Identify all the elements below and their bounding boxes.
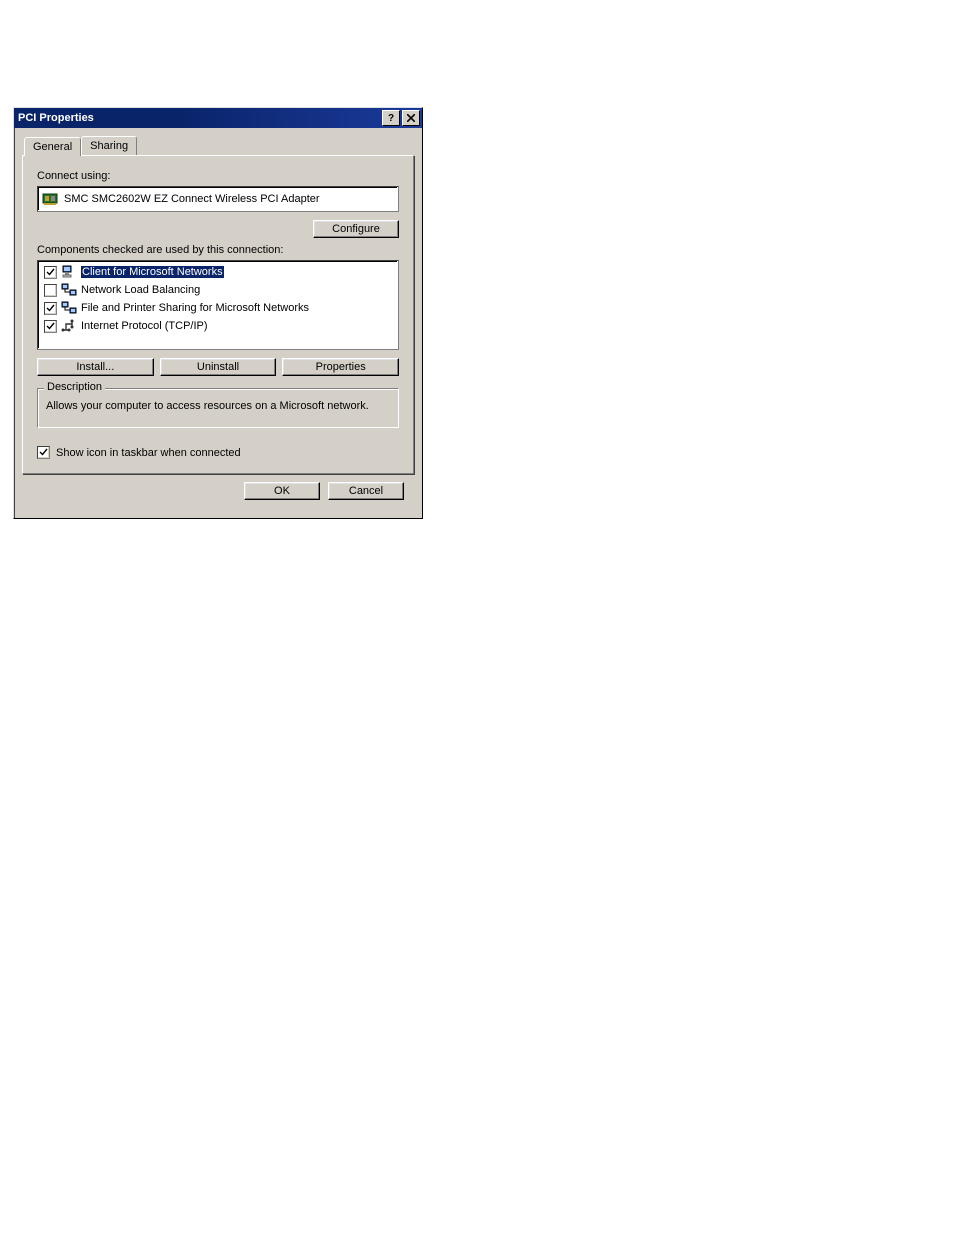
component-checkbox[interactable] — [44, 284, 57, 297]
components-label: Components checked are used by this conn… — [37, 244, 399, 256]
component-checkbox[interactable] — [44, 302, 57, 315]
configure-button[interactable]: Configure — [313, 220, 399, 238]
show-icon-row: Show icon in taskbar when connected — [37, 446, 399, 459]
dialog-buttons: OK Cancel — [22, 474, 414, 510]
description-text: Allows your computer to access resources… — [46, 399, 390, 413]
description-legend: Description — [44, 381, 105, 393]
component-label: File and Printer Sharing for Microsoft N… — [81, 302, 309, 314]
client-icon — [61, 264, 77, 280]
install-button[interactable]: Install... — [37, 358, 154, 376]
list-item[interactable]: Network Load Balancing — [42, 281, 394, 299]
help-button[interactable]: ? — [382, 110, 400, 126]
uninstall-button[interactable]: Uninstall — [160, 358, 277, 376]
help-icon: ? — [388, 113, 394, 124]
list-item[interactable]: File and Printer Sharing for Microsoft N… — [42, 299, 394, 317]
service-icon — [61, 282, 77, 298]
show-icon-label: Show icon in taskbar when connected — [56, 447, 241, 459]
install-button-label: Install... — [76, 361, 114, 373]
description-groupbox: Description Allows your computer to acce… — [37, 388, 399, 428]
tab-sharing[interactable]: Sharing — [81, 136, 137, 155]
component-label: Client for Microsoft Networks — [81, 266, 224, 278]
properties-button-label: Properties — [316, 361, 366, 373]
tab-strip: General Sharing — [24, 134, 414, 155]
close-button[interactable] — [402, 110, 420, 126]
cancel-button[interactable]: Cancel — [328, 482, 404, 500]
adapter-field: SMC SMC2602W EZ Connect Wireless PCI Ada… — [37, 186, 399, 212]
configure-row: Configure — [37, 220, 399, 238]
cancel-button-label: Cancel — [349, 485, 383, 497]
list-item[interactable]: Client for Microsoft Networks — [42, 263, 394, 281]
tab-general-label: General — [33, 141, 72, 153]
component-checkbox[interactable] — [44, 266, 57, 279]
uninstall-button-label: Uninstall — [197, 361, 239, 373]
client-area: General Sharing Connect using: SMC SMC26… — [14, 128, 422, 518]
configure-button-label: Configure — [332, 223, 380, 235]
adapter-name: SMC SMC2602W EZ Connect Wireless PCI Ada… — [64, 193, 320, 205]
titlebar-buttons: ? — [382, 110, 420, 126]
window-title: PCI Properties — [18, 112, 382, 124]
tab-panel-general: Connect using: SMC SMC2602W EZ Connect W… — [22, 155, 414, 474]
component-checkbox[interactable] — [44, 320, 57, 333]
connect-using-label: Connect using: — [37, 170, 399, 182]
protocol-icon — [61, 318, 77, 334]
titlebar[interactable]: PCI Properties ? — [14, 108, 422, 128]
component-label: Internet Protocol (TCP/IP) — [81, 320, 208, 332]
properties-button[interactable]: Properties — [282, 358, 399, 376]
list-item[interactable]: Internet Protocol (TCP/IP) — [42, 317, 394, 335]
tab-general[interactable]: General — [24, 137, 81, 156]
ok-button-label: OK — [274, 485, 290, 497]
service-icon — [61, 300, 77, 316]
component-label: Network Load Balancing — [81, 284, 200, 296]
ok-button[interactable]: OK — [244, 482, 320, 500]
close-icon — [407, 114, 415, 122]
show-icon-checkbox[interactable] — [37, 446, 50, 459]
tab-sharing-label: Sharing — [90, 140, 128, 152]
components-listbox[interactable]: Client for Microsoft Networks Network Loa… — [37, 260, 399, 350]
component-buttons-row: Install... Uninstall Properties — [37, 358, 399, 376]
properties-dialog: PCI Properties ? General Sharing Connect… — [13, 107, 423, 519]
nic-card-icon — [42, 191, 58, 207]
